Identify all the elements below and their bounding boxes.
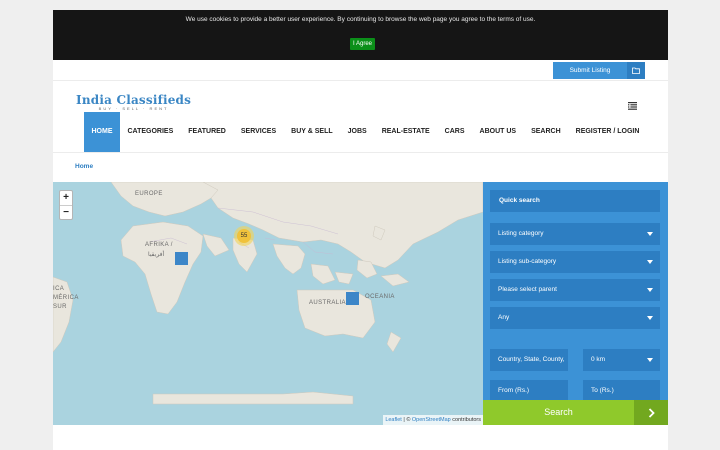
chevron-down-icon xyxy=(647,358,653,362)
nav-cars[interactable]: CARS xyxy=(437,112,472,152)
nav-jobs[interactable]: JOBS xyxy=(340,112,374,152)
chevron-right-icon xyxy=(634,400,668,425)
chevron-down-icon xyxy=(647,260,653,264)
location-placeholder: Country, State, County, xyxy=(498,356,565,363)
nav-home[interactable]: HOME xyxy=(84,112,120,152)
parent-select-value: Please select parent xyxy=(498,286,557,293)
any-select-value: Any xyxy=(498,314,510,321)
attribution-suffix: contributors xyxy=(450,417,481,423)
menu-toggle-icon[interactable] xyxy=(628,97,637,110)
page: We use cookies to provide a better user … xyxy=(53,10,668,450)
marker-cluster[interactable]: 55 xyxy=(234,226,254,246)
radius-select[interactable]: 0 km xyxy=(583,349,660,371)
marker-cluster-count: 55 xyxy=(237,229,251,243)
submit-listing-button[interactable]: Submit Listing xyxy=(553,62,645,79)
price-to-input[interactable]: To (Rs.) xyxy=(583,380,660,402)
map-label-europe: EUROPE xyxy=(135,191,163,197)
price-to-placeholder: To (Rs.) xyxy=(591,387,614,394)
listing-category-select[interactable]: Listing category xyxy=(490,223,660,245)
price-from-placeholder: From (Rs.) xyxy=(498,387,530,394)
agree-button[interactable]: I Agree xyxy=(350,38,375,50)
logo-title: India Classifieds xyxy=(76,93,192,107)
map-label-africa: AFRIKA / xyxy=(145,242,173,248)
chevron-down-icon xyxy=(647,288,653,292)
cookie-message: We use cookies to provide a better user … xyxy=(185,16,536,23)
search-button-label: Search xyxy=(483,400,634,425)
nav-categories[interactable]: CATEGORIES xyxy=(120,112,181,152)
openstreetmap-link[interactable]: OpenStreetMap xyxy=(412,417,451,423)
map-label-america-1: ICA xyxy=(53,286,65,292)
search-button[interactable]: Search xyxy=(483,400,668,425)
map-marker[interactable] xyxy=(346,292,359,305)
map-marker[interactable] xyxy=(175,252,188,265)
radius-value: 0 km xyxy=(591,356,606,363)
top-bar: Submit Listing xyxy=(53,60,668,81)
price-from-input[interactable]: From (Rs.) xyxy=(490,380,568,402)
map-label-oceania: OCEANIA xyxy=(365,294,395,300)
chevron-down-icon xyxy=(647,232,653,236)
map-label-australia: AUSTRALIA xyxy=(309,300,346,306)
nav-buy-sell[interactable]: BUY & SELL xyxy=(284,112,341,152)
nav-register-login[interactable]: REGISTER / LOGIN xyxy=(568,112,647,152)
zoom-controls: + − xyxy=(59,190,73,220)
nav-real-estate[interactable]: REAL-ESTATE xyxy=(374,112,437,152)
nav-featured[interactable]: FEATURED xyxy=(181,112,234,152)
listing-category-value: Listing category xyxy=(498,230,544,237)
any-select[interactable]: Any xyxy=(490,307,660,329)
map-label-africa-arabic: أفريقيا xyxy=(148,252,165,258)
map-label-america-3: SUR xyxy=(53,304,67,310)
main-nav: HOME CATEGORIES FEATURED SERVICES BUY & … xyxy=(84,112,647,152)
cookie-banner: We use cookies to provide a better user … xyxy=(53,10,668,60)
leaflet-link[interactable]: Leaflet xyxy=(385,417,402,423)
map-attribution: Leaflet | © OpenStreetMap contributors xyxy=(383,415,483,425)
listing-subcategory-select[interactable]: Listing sub-category xyxy=(490,251,660,273)
folder-icon xyxy=(627,62,645,79)
header-divider xyxy=(53,152,668,153)
parent-select[interactable]: Please select parent xyxy=(490,279,660,301)
submit-listing-label: Submit Listing xyxy=(553,62,627,79)
zoom-in-button[interactable]: + xyxy=(60,191,72,205)
zoom-out-button[interactable]: − xyxy=(60,205,72,219)
map-label-america-2: MÉRICA xyxy=(53,295,79,301)
quick-search-title: Quick search xyxy=(490,190,660,212)
quick-search-panel: Quick search Listing category Listing su… xyxy=(483,182,668,402)
location-input[interactable]: Country, State, County, xyxy=(490,349,568,371)
attribution-separator: | © xyxy=(401,417,412,423)
listings-map[interactable]: + − EUROPE AFRIKA / أفريقيا ICA MÉRICA S… xyxy=(53,182,483,425)
world-map-tiles xyxy=(53,182,483,405)
site-logo[interactable]: India Classifieds BUY · SELL · RENT xyxy=(76,93,191,111)
chevron-down-icon xyxy=(647,316,653,320)
nav-search[interactable]: SEARCH xyxy=(524,112,569,152)
listing-subcategory-value: Listing sub-category xyxy=(498,258,557,265)
nav-services[interactable]: SERVICES xyxy=(233,112,283,152)
breadcrumb-home[interactable]: Home xyxy=(75,163,93,170)
nav-about-us[interactable]: ABOUT US xyxy=(472,112,524,152)
